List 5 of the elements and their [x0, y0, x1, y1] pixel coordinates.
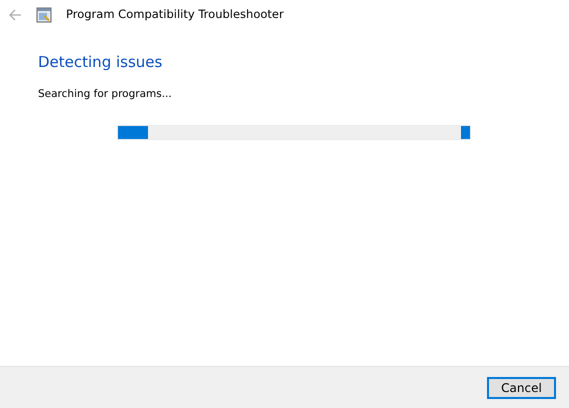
troubleshooter-icon — [36, 7, 52, 23]
window-title: Program Compatibility Troubleshooter — [66, 6, 284, 24]
status-text: Searching for programs... — [38, 87, 173, 102]
page-heading: Detecting issues — [38, 53, 164, 71]
cancel-button[interactable]: Cancel — [487, 376, 556, 398]
